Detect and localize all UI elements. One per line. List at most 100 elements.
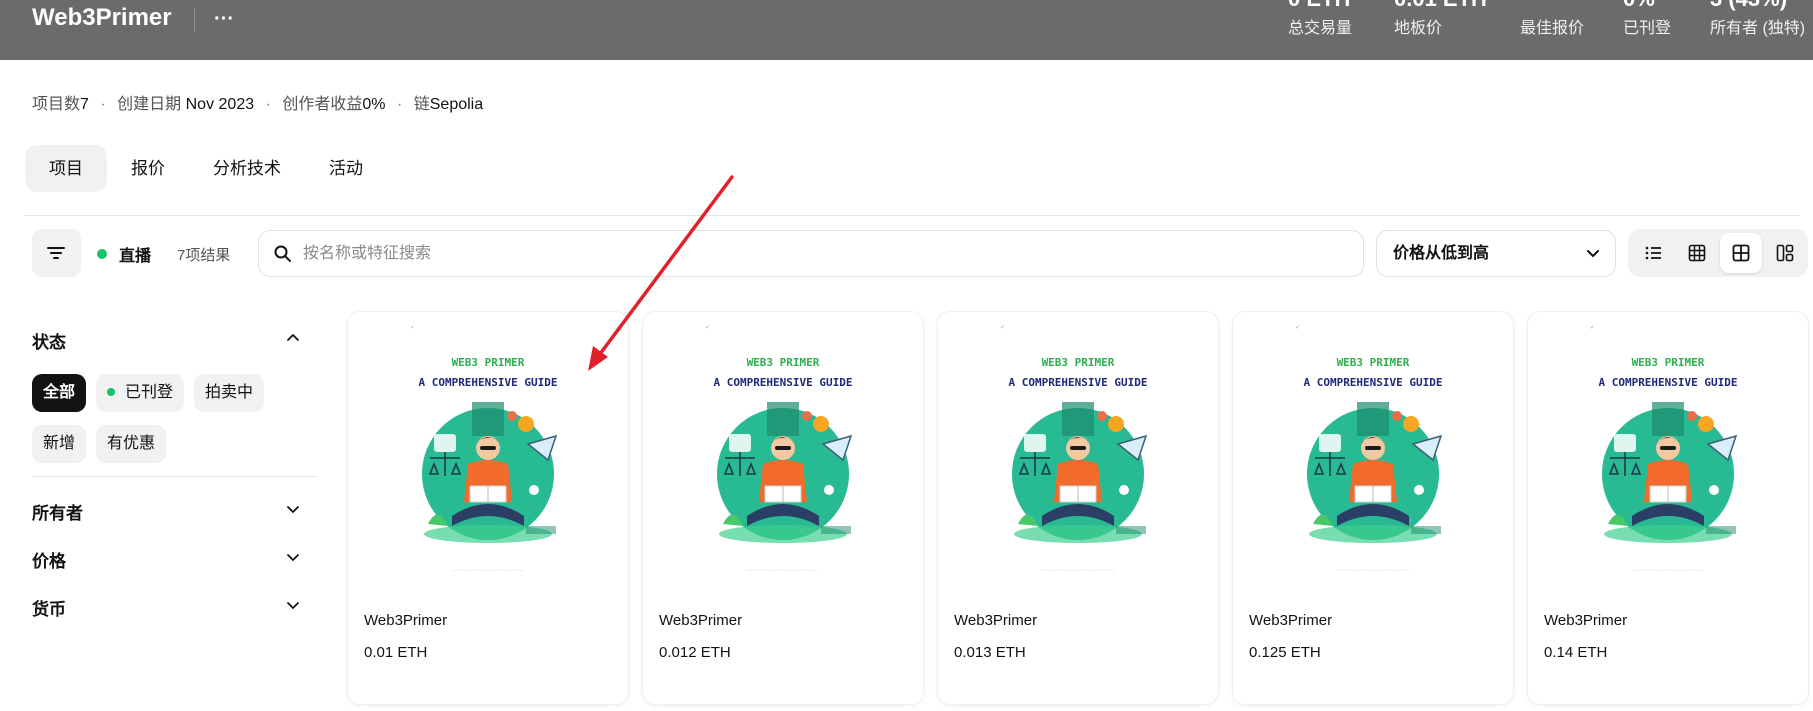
- meta-separator: ·: [396, 96, 403, 113]
- tabs-divider: [25, 215, 1800, 216]
- stat-label: 已刊登: [1623, 20, 1672, 37]
- status-filter-heading[interactable]: 状态: [32, 328, 66, 353]
- result-count: 7项结果: [177, 247, 231, 264]
- live-label: 直播: [119, 248, 152, 265]
- search-input[interactable]: [303, 231, 1343, 276]
- status-chip-auction[interactable]: 拍卖中: [194, 374, 265, 412]
- chevron-down-icon[interactable]: [284, 596, 302, 614]
- stat-label: 所有者 (独特): [1710, 20, 1806, 37]
- sort-label: 价格从低到高: [1393, 245, 1490, 262]
- collection-title: Web3Primer: [32, 4, 172, 31]
- chevron-up-icon[interactable]: [284, 329, 302, 347]
- nft-price: 0.01 ETH: [364, 644, 428, 661]
- cover-title-line1: WEB3 PRIMER: [451, 356, 525, 369]
- chain-label: 链: [413, 96, 430, 113]
- cover-illustration: [1012, 402, 1148, 543]
- status-chip-new[interactable]: 新增: [32, 425, 87, 463]
- cover-illustration: [1602, 402, 1738, 543]
- items-value: 7: [80, 96, 89, 113]
- cover-title-line1: WEB3 PRIMER: [1041, 356, 1115, 369]
- list-view-icon: [1645, 246, 1661, 260]
- stat-label: 总交易量: [1288, 20, 1353, 37]
- nft-thumbnail[interactable]: ✓ WEB3 PRIMER A COMPREHENSIVE GUIDE - - …: [938, 312, 1218, 582]
- status-chip-listed[interactable]: 已刊登: [96, 374, 185, 412]
- nft-name: Web3Primer: [364, 612, 448, 629]
- nft-card[interactable]: ✓ WEB3 PRIMER A COMPREHENSIVE GUIDE - - …: [938, 312, 1218, 704]
- chevron-down-icon[interactable]: [284, 548, 302, 566]
- nft-thumbnail[interactable]: ✓ WEB3 PRIMER A COMPREHENSIVE GUIDE - - …: [1233, 312, 1513, 582]
- price-filter-heading[interactable]: 价格: [32, 547, 66, 572]
- stat-label: 地板价: [1394, 20, 1443, 37]
- cover-illustration: [422, 402, 558, 543]
- nft-card[interactable]: ✓ WEB3 PRIMER A COMPREHENSIVE GUIDE - - …: [348, 312, 628, 704]
- tab-activity[interactable]: 活动: [305, 145, 387, 192]
- collection-banner: Web3Primer ··· 0 ETH 总交易量 0.01 ETH 地板价 最…: [0, 0, 1813, 60]
- cover-logo: ✓: [1295, 325, 1301, 331]
- cover-footer: - - - - - - - - - - - - - - - - - - - - …: [1632, 568, 1704, 574]
- owner-filter-heading[interactable]: 所有者: [32, 499, 83, 524]
- collection-meta: 项目数7 · 创建日期 Nov 2023 · 创作者收益0% · 链Sepoli…: [32, 90, 483, 114]
- created-value: Nov 2023: [185, 96, 255, 113]
- cover-illustration: [1307, 402, 1443, 543]
- live-indicator: 直播: [97, 242, 151, 266]
- cover-illustration: [717, 402, 853, 543]
- chain-value: Sepolia: [429, 96, 484, 113]
- tab-items[interactable]: 项目: [25, 145, 107, 192]
- search-box: [258, 230, 1364, 277]
- nft-price: 0.013 ETH: [954, 644, 1026, 661]
- meta-separator: ·: [100, 96, 106, 113]
- nft-card[interactable]: ✓ WEB3 PRIMER A COMPREHENSIVE GUIDE - - …: [1233, 312, 1513, 704]
- cover-footer: - - - - - - - - - - - - - - - - - - - - …: [747, 568, 819, 574]
- nft-thumbnail[interactable]: ✓ WEB3 PRIMER A COMPREHENSIVE GUIDE - - …: [348, 312, 628, 582]
- large-grid-icon: [1732, 244, 1750, 262]
- cover-title-line2: A COMPREHENSIVE GUIDE: [1598, 376, 1738, 389]
- status-chip-has-offer[interactable]: 有优惠: [96, 425, 167, 463]
- list-view-button[interactable]: [1632, 233, 1674, 273]
- view-mode-switcher: [1628, 229, 1808, 277]
- nft-thumbnail[interactable]: ✓ WEB3 PRIMER A COMPREHENSIVE GUIDE - - …: [643, 312, 923, 582]
- listed-dot: [107, 387, 115, 396]
- live-dot: [97, 249, 107, 259]
- search-icon: [274, 245, 291, 262]
- royalty-label: 创作者收益: [282, 96, 363, 113]
- nft-name: Web3Primer: [1544, 612, 1628, 629]
- status-chip-all[interactable]: 全部: [32, 374, 87, 412]
- stat-value: 3 (43%): [1710, 0, 1787, 12]
- cover-title-line1: WEB3 PRIMER: [746, 356, 820, 369]
- nft-card[interactable]: ✓ WEB3 PRIMER A COMPREHENSIVE GUIDE - - …: [643, 312, 923, 704]
- masonry-view-button[interactable]: [1764, 233, 1806, 273]
- stat-value: 0 ETH: [1288, 0, 1350, 12]
- tab-analytics[interactable]: 分析技术: [189, 145, 305, 192]
- cover-title-line2: A COMPREHENSIVE GUIDE: [1008, 376, 1148, 389]
- cover-logo: ✓: [1590, 325, 1596, 331]
- small-grid-icon: [1688, 244, 1706, 262]
- sidebar-divider: [32, 476, 316, 477]
- nft-name: Web3Primer: [1249, 612, 1333, 629]
- more-options-button[interactable]: ···: [210, 2, 238, 36]
- cover-title-line2: A COMPREHENSIVE GUIDE: [418, 376, 558, 389]
- meta-separator: ·: [265, 96, 271, 113]
- cover-footer: - - - - - - - - - - - - - - - - - - - - …: [452, 568, 524, 574]
- cover-logo: ✓: [705, 325, 711, 331]
- cover-footer: - - - - - - - - - - - - - - - - - - - - …: [1042, 568, 1114, 574]
- nft-price: 0.125 ETH: [1249, 644, 1321, 661]
- nft-thumbnail[interactable]: ✓ WEB3 PRIMER A COMPREHENSIVE GUIDE - - …: [1528, 312, 1808, 582]
- banner-divider: [194, 8, 195, 32]
- chevron-down-icon[interactable]: [284, 500, 302, 518]
- stat-value: 0%: [1623, 0, 1655, 12]
- filter-toggle-button[interactable]: [32, 229, 81, 277]
- nft-price: 0.14 ETH: [1544, 644, 1608, 661]
- sort-select[interactable]: 价格从低到高: [1376, 230, 1616, 277]
- tab-offers[interactable]: 报价: [107, 145, 189, 192]
- large-grid-view-button[interactable]: [1720, 233, 1762, 273]
- nft-card[interactable]: ✓ WEB3 PRIMER A COMPREHENSIVE GUIDE - - …: [1528, 312, 1808, 704]
- currency-filter-heading[interactable]: 货币: [32, 595, 66, 620]
- nft-name: Web3Primer: [659, 612, 743, 629]
- small-grid-view-button[interactable]: [1676, 233, 1718, 273]
- collection-tabs: 项目 报价 分析技术 活动: [25, 145, 387, 192]
- cover-title-line2: A COMPREHENSIVE GUIDE: [713, 376, 853, 389]
- nft-name: Web3Primer: [954, 612, 1038, 629]
- chevron-down-icon: [1587, 250, 1599, 257]
- cover-title-line1: WEB3 PRIMER: [1631, 356, 1705, 369]
- cover-title-line2: A COMPREHENSIVE GUIDE: [1303, 376, 1443, 389]
